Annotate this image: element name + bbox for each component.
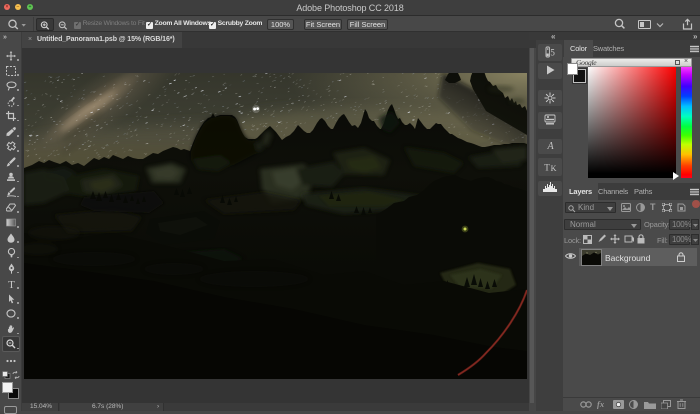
svg-text:K: K [550,164,556,173]
svg-text:A: A [546,141,554,151]
svg-text:5: 5 [550,48,555,58]
svg-text:T: T [8,279,15,289]
svg-text:T: T [544,163,550,173]
